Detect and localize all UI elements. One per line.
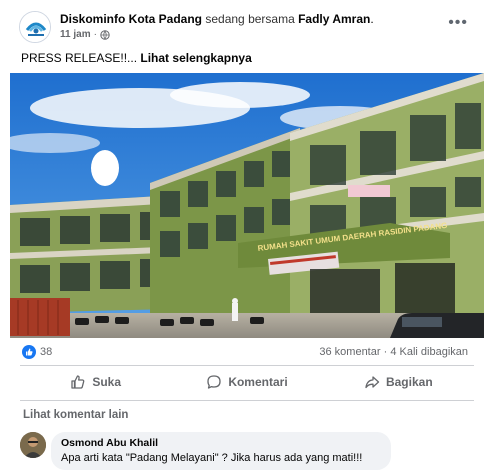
stats-separator: · bbox=[383, 346, 388, 358]
comment-button[interactable]: Komentari bbox=[171, 368, 322, 396]
post-header: Diskominfo Kota Padang sedang bersama Fa… bbox=[10, 8, 486, 44]
like-reaction-icon[interactable] bbox=[22, 345, 36, 359]
tagged-user-link[interactable]: Fadly Amran bbox=[298, 12, 370, 26]
comment-text: Apa arti kata "Padang Melayani" ? Jika h… bbox=[61, 452, 363, 464]
see-more-link[interactable]: Lihat selengkapnya bbox=[140, 51, 251, 65]
comment-icon bbox=[207, 375, 221, 389]
shares-count[interactable]: 4 Kali dibagikan bbox=[390, 346, 468, 358]
post-text-body: PRESS RELEASE!!... bbox=[21, 51, 138, 65]
post-actions: Suka Komentari Bagikan bbox=[20, 368, 474, 396]
share-label: Bagikan bbox=[385, 375, 433, 389]
post-author-line: Diskominfo Kota Padang sedang bersama Fa… bbox=[60, 12, 374, 26]
facebook-post: Diskominfo Kota Padang sedang bersama Fa… bbox=[10, 0, 486, 476]
comment-label: Komentari bbox=[228, 375, 288, 389]
hospital-building-photo: RUMAH SAKIT UMUM DAERAH RASIDIN PADANG bbox=[10, 73, 484, 338]
post-stats: 38 36 komentar · 4 Kali dibagikan bbox=[10, 344, 484, 362]
reactions-count[interactable]: 38 bbox=[40, 346, 52, 358]
like-label: Suka bbox=[92, 375, 121, 389]
share-icon bbox=[365, 376, 380, 389]
divider bbox=[20, 400, 474, 401]
like-button[interactable]: Suka bbox=[20, 368, 171, 396]
see-more-comments-link[interactable]: Lihat komentar lain bbox=[23, 409, 128, 421]
tagged-suffix: . bbox=[370, 12, 374, 26]
post-time[interactable]: 11 jam bbox=[60, 29, 91, 40]
comment-share-stats: 36 komentar · 4 Kali dibagikan bbox=[319, 346, 468, 358]
post-text: PRESS RELEASE!!... Lihat selengkapnya bbox=[21, 51, 252, 65]
with-text: sedang bersama bbox=[205, 12, 295, 26]
comments-count[interactable]: 36 komentar bbox=[319, 346, 380, 358]
avatar bbox=[20, 432, 46, 458]
meta-separator: · bbox=[93, 29, 97, 40]
globe-icon bbox=[100, 29, 110, 40]
more-options-icon[interactable]: ••• bbox=[448, 14, 468, 32]
thumbs-up-icon bbox=[71, 375, 85, 389]
share-button[interactable]: Bagikan bbox=[323, 368, 474, 396]
comment-author-link[interactable]: Osmond Abu Khalil bbox=[61, 437, 381, 449]
post-photo[interactable]: RUMAH SAKIT UMUM DAERAH RASIDIN PADANG bbox=[10, 73, 484, 338]
page-name-link[interactable]: Diskominfo Kota Padang bbox=[60, 12, 202, 26]
post-meta: 11 jam · bbox=[60, 29, 110, 40]
commenter-avatar[interactable] bbox=[20, 432, 46, 458]
page-avatar[interactable] bbox=[19, 11, 51, 43]
diskominfo-logo-icon bbox=[20, 12, 50, 42]
divider bbox=[20, 365, 474, 366]
comment-bubble: Osmond Abu Khalil Apa arti kata "Padang … bbox=[51, 432, 391, 470]
